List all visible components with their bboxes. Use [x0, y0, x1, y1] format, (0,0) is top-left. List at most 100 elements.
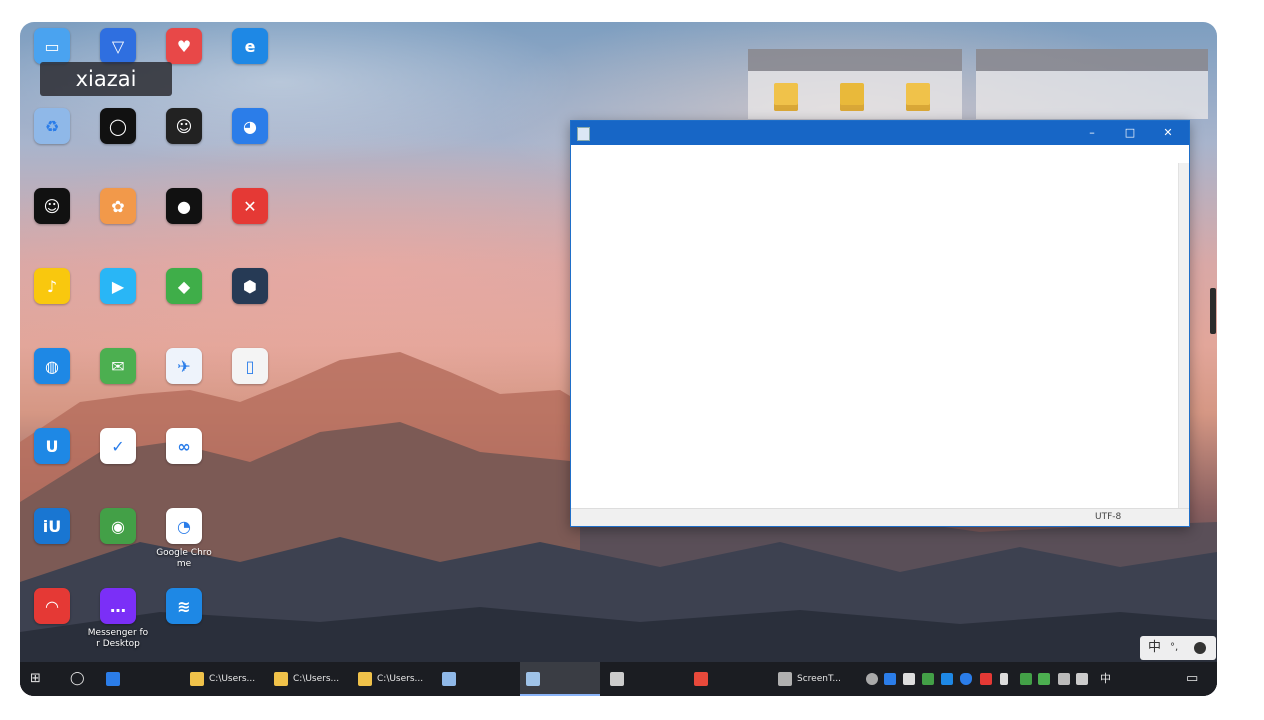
- desktop-icon[interactable]: iU: [20, 504, 84, 578]
- security-tray-icon[interactable]: [980, 673, 992, 685]
- desktop-icon[interactable]: ✈: [152, 344, 216, 418]
- taskbar-item-label: C:\Users...: [293, 674, 340, 684]
- desktop-icon[interactable]: ☺: [20, 184, 84, 258]
- desktop-icon[interactable]: ☺: [152, 104, 216, 178]
- notepad-window[interactable]: – □ ✕ UTF-8: [570, 120, 1190, 527]
- shield-tray-icon[interactable]: [960, 673, 972, 685]
- app-icon: ✿: [100, 188, 136, 224]
- taskbar-item[interactable]: ScreenT...: [772, 662, 852, 696]
- app-icon: …: [100, 588, 136, 624]
- taskbar-app-icon: [358, 672, 372, 686]
- desktop-icon[interactable]: ▯: [218, 344, 282, 418]
- taskbar: ⊞ ◯ C:\Users... C:\Users... C:\Users... Scr…: [20, 662, 1217, 696]
- phone-tray-icon[interactable]: [941, 673, 953, 685]
- ime-punctuation[interactable]: °,: [1170, 636, 1178, 660]
- wechat-tray-icon[interactable]: [1038, 673, 1050, 685]
- app-icon: ♻: [34, 108, 70, 144]
- explorer-panel-right: [976, 49, 1208, 119]
- desktop-icon[interactable]: ◯: [86, 104, 150, 178]
- app-tray-icon[interactable]: [922, 673, 934, 685]
- notepad-icon: [577, 127, 590, 141]
- taskbar-app-icon: [190, 672, 204, 686]
- desktop-icon[interactable]: ✕: [218, 184, 282, 258]
- notification-button[interactable]: ▭: [1186, 662, 1198, 696]
- app-icon: ▶: [100, 268, 136, 304]
- app-icon: iU: [34, 508, 70, 544]
- app-icon: ♥: [166, 28, 202, 64]
- notepad-statusbar: UTF-8: [571, 508, 1189, 526]
- desktop-icon[interactable]: ✿: [86, 184, 150, 258]
- desktop-icon[interactable]: ≋: [152, 584, 216, 658]
- desktop-icon[interactable]: ♪: [20, 264, 84, 338]
- app-icon: ✓: [100, 428, 136, 464]
- taskbar-item[interactable]: C:\Users...: [268, 662, 348, 696]
- desktop-icon[interactable]: ✓: [86, 424, 150, 498]
- taskbar-item[interactable]: [520, 662, 600, 696]
- desktop-icon[interactable]: ⬢: [218, 264, 282, 338]
- desktop-icon[interactable]: … Messenger for Desktop: [86, 584, 150, 658]
- ime-language[interactable]: 中: [1148, 636, 1161, 660]
- tray-language[interactable]: 中: [1100, 662, 1111, 696]
- app-icon: ✕: [232, 188, 268, 224]
- taskbar-item-label: ScreenT...: [797, 674, 841, 684]
- app-icon: ◯: [100, 108, 136, 144]
- desktop-icon[interactable]: ◍: [20, 344, 84, 418]
- desktop-icon-label: Messenger for Desktop: [87, 628, 149, 649]
- desktop-icon[interactable]: U: [20, 424, 84, 498]
- desktop-icon[interactable]: ◕: [218, 104, 282, 178]
- taskbar-item[interactable]: C:\Users...: [352, 662, 432, 696]
- app-icon: e: [232, 28, 268, 64]
- start-button[interactable]: ⊞: [30, 662, 41, 696]
- moon-icon[interactable]: [1194, 642, 1206, 654]
- battery-tray-icon[interactable]: [1000, 673, 1008, 685]
- taskbar-item-label: C:\Users...: [209, 674, 256, 684]
- taskbar-item[interactable]: [688, 662, 768, 696]
- app-icon: ◔: [166, 508, 202, 544]
- ime-floating-bar[interactable]: 中 °,: [1140, 636, 1216, 660]
- chat-tray-icon[interactable]: [1020, 673, 1032, 685]
- maximize-button[interactable]: □: [1111, 121, 1149, 145]
- desktop-icon[interactable]: ♻: [20, 104, 84, 178]
- desktop-icon[interactable]: ✉: [86, 344, 150, 418]
- app-icon: ≋: [166, 588, 202, 624]
- close-button[interactable]: ✕: [1149, 121, 1187, 145]
- mouse-tray-icon[interactable]: [866, 673, 878, 685]
- edge-handle[interactable]: [1210, 288, 1216, 334]
- notepad-titlebar[interactable]: – □ ✕: [571, 121, 1189, 145]
- network-tray-icon[interactable]: [1058, 673, 1070, 685]
- desktop-icon[interactable]: ◆: [152, 264, 216, 338]
- taskbar-item[interactable]: [436, 662, 516, 696]
- explorer-panel-left: [748, 49, 962, 119]
- desktop-icon[interactable]: ∞: [152, 424, 216, 498]
- explorer-panel-right-title: [976, 49, 1208, 71]
- search-button[interactable]: ◯: [70, 662, 85, 696]
- notepad-menubar: [571, 145, 1189, 163]
- app-icon: ◉: [100, 508, 136, 544]
- app-icon: ♪: [34, 268, 70, 304]
- taskbar-app-icon: [526, 672, 540, 686]
- app-icon: ✈: [166, 348, 202, 384]
- desktop-icon[interactable]: ▶: [86, 264, 150, 338]
- minimize-button[interactable]: –: [1073, 121, 1111, 145]
- desktop-icon[interactable]: e: [218, 24, 282, 98]
- taskbar-app-icon: [442, 672, 456, 686]
- folder-icon: [840, 83, 864, 111]
- app-icon: ∞: [166, 428, 202, 464]
- app-icon: ✉: [100, 348, 136, 384]
- cloud-tray-icon[interactable]: [884, 673, 896, 685]
- volume-tray-icon[interactable]: [1076, 673, 1088, 685]
- app-icon: ⬢: [232, 268, 268, 304]
- taskbar-item[interactable]: C:\Users...: [184, 662, 264, 696]
- taskbar-item[interactable]: [100, 662, 180, 696]
- taskbar-item[interactable]: [604, 662, 684, 696]
- desktop-icon[interactable]: ◠: [20, 584, 84, 658]
- taskbar-item-label: C:\Users...: [377, 674, 424, 684]
- folder-icon: [774, 83, 798, 111]
- notepad-vertical-scrollbar[interactable]: [1178, 163, 1189, 509]
- desktop-icon[interactable]: ◔ Google Chrome: [152, 504, 216, 578]
- display-tray-icon[interactable]: [903, 673, 915, 685]
- desktop-icon[interactable]: ◉: [86, 504, 150, 578]
- taskbar-app-icon: [610, 672, 624, 686]
- app-icon: U: [34, 428, 70, 464]
- desktop-icon[interactable]: ●: [152, 184, 216, 258]
